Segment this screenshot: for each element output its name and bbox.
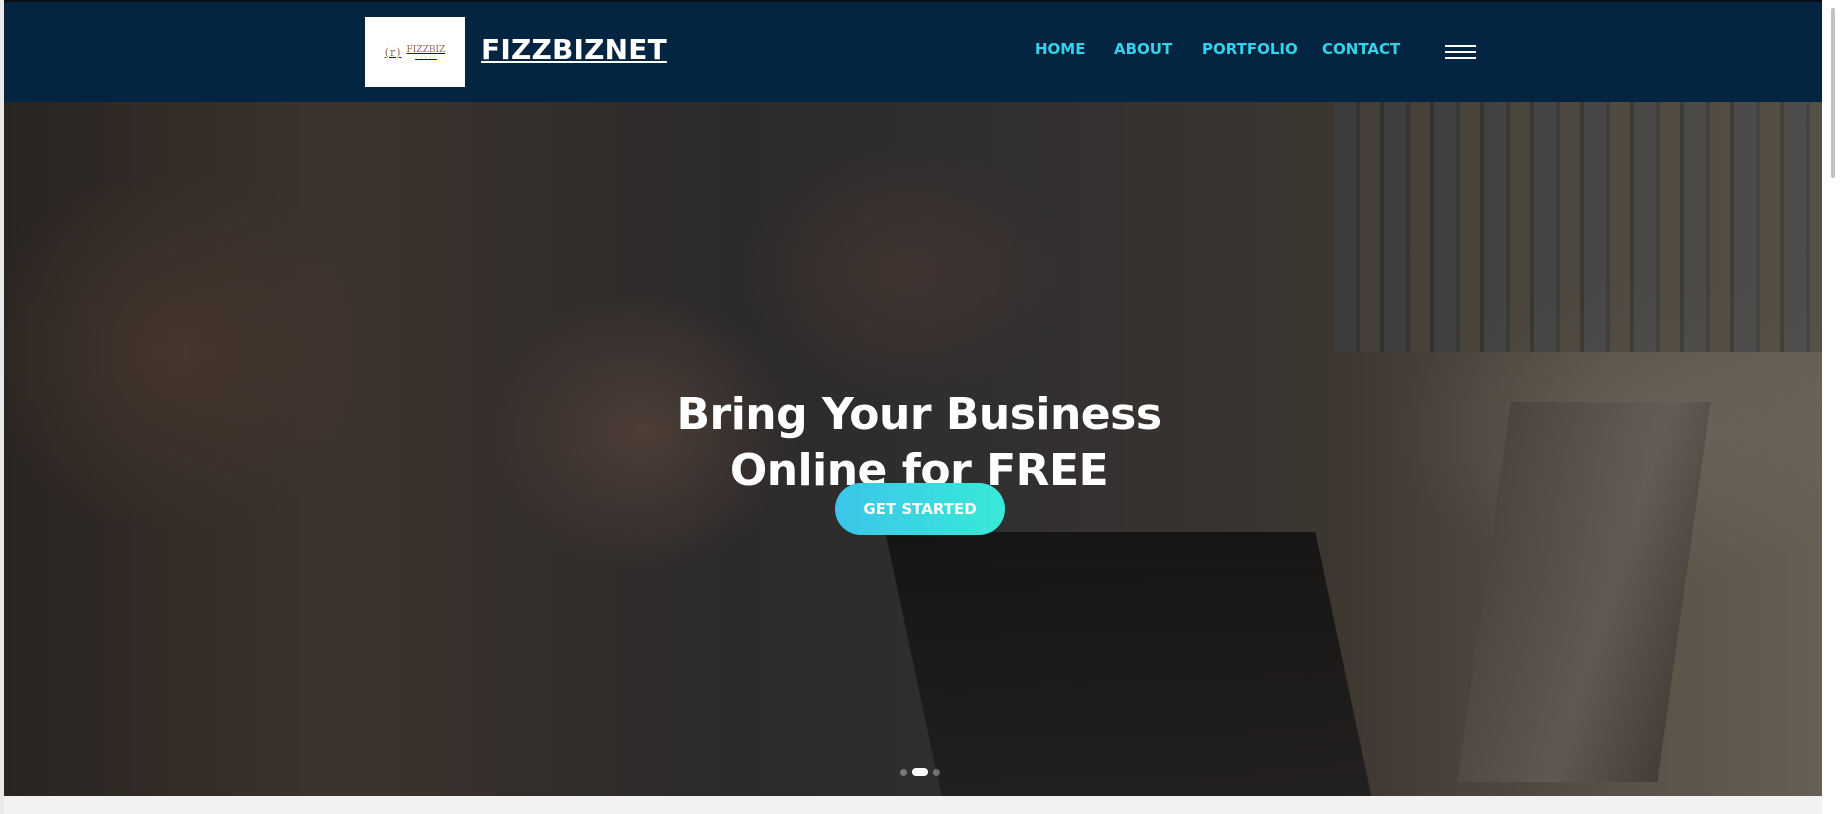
slide-dot-3[interactable] <box>933 769 940 776</box>
nav-about[interactable]: ABOUT <box>1114 40 1172 58</box>
page-scrollbar[interactable] <box>1822 0 1842 814</box>
fizzbiz-logo: (r) FIZZBIZ • • • • • <box>384 44 446 59</box>
hero-slider: Bring Your Business Online for FREE GET … <box>4 102 1834 796</box>
logo-text: FIZZBIZ <box>406 44 446 55</box>
slide-dot-2[interactable] <box>912 768 928 776</box>
nav-portfolio[interactable]: PORTFOLIO <box>1202 40 1298 58</box>
header-top-border <box>4 0 1822 2</box>
logo-symbol: (r) <box>384 45 402 59</box>
scrollbar-thumb[interactable] <box>1831 8 1835 178</box>
site-name[interactable]: FIZZBIZNET <box>481 33 667 66</box>
hero-title-line-1: Bring Your Business <box>676 389 1162 441</box>
logo-link[interactable]: (r) FIZZBIZ • • • • • <box>365 17 465 87</box>
nav-contact[interactable]: CONTACT <box>1322 40 1400 58</box>
hamburger-menu-icon[interactable] <box>1445 45 1476 61</box>
logo-tagline-mark: • • • • • <box>415 54 437 59</box>
slide-dot-1[interactable] <box>900 769 907 776</box>
site-header: (r) FIZZBIZ • • • • • FIZZBIZNET HOME AB… <box>4 0 1822 102</box>
nav-home[interactable]: HOME <box>1035 40 1085 58</box>
get-started-button[interactable]: GET STARTED <box>835 483 1005 535</box>
